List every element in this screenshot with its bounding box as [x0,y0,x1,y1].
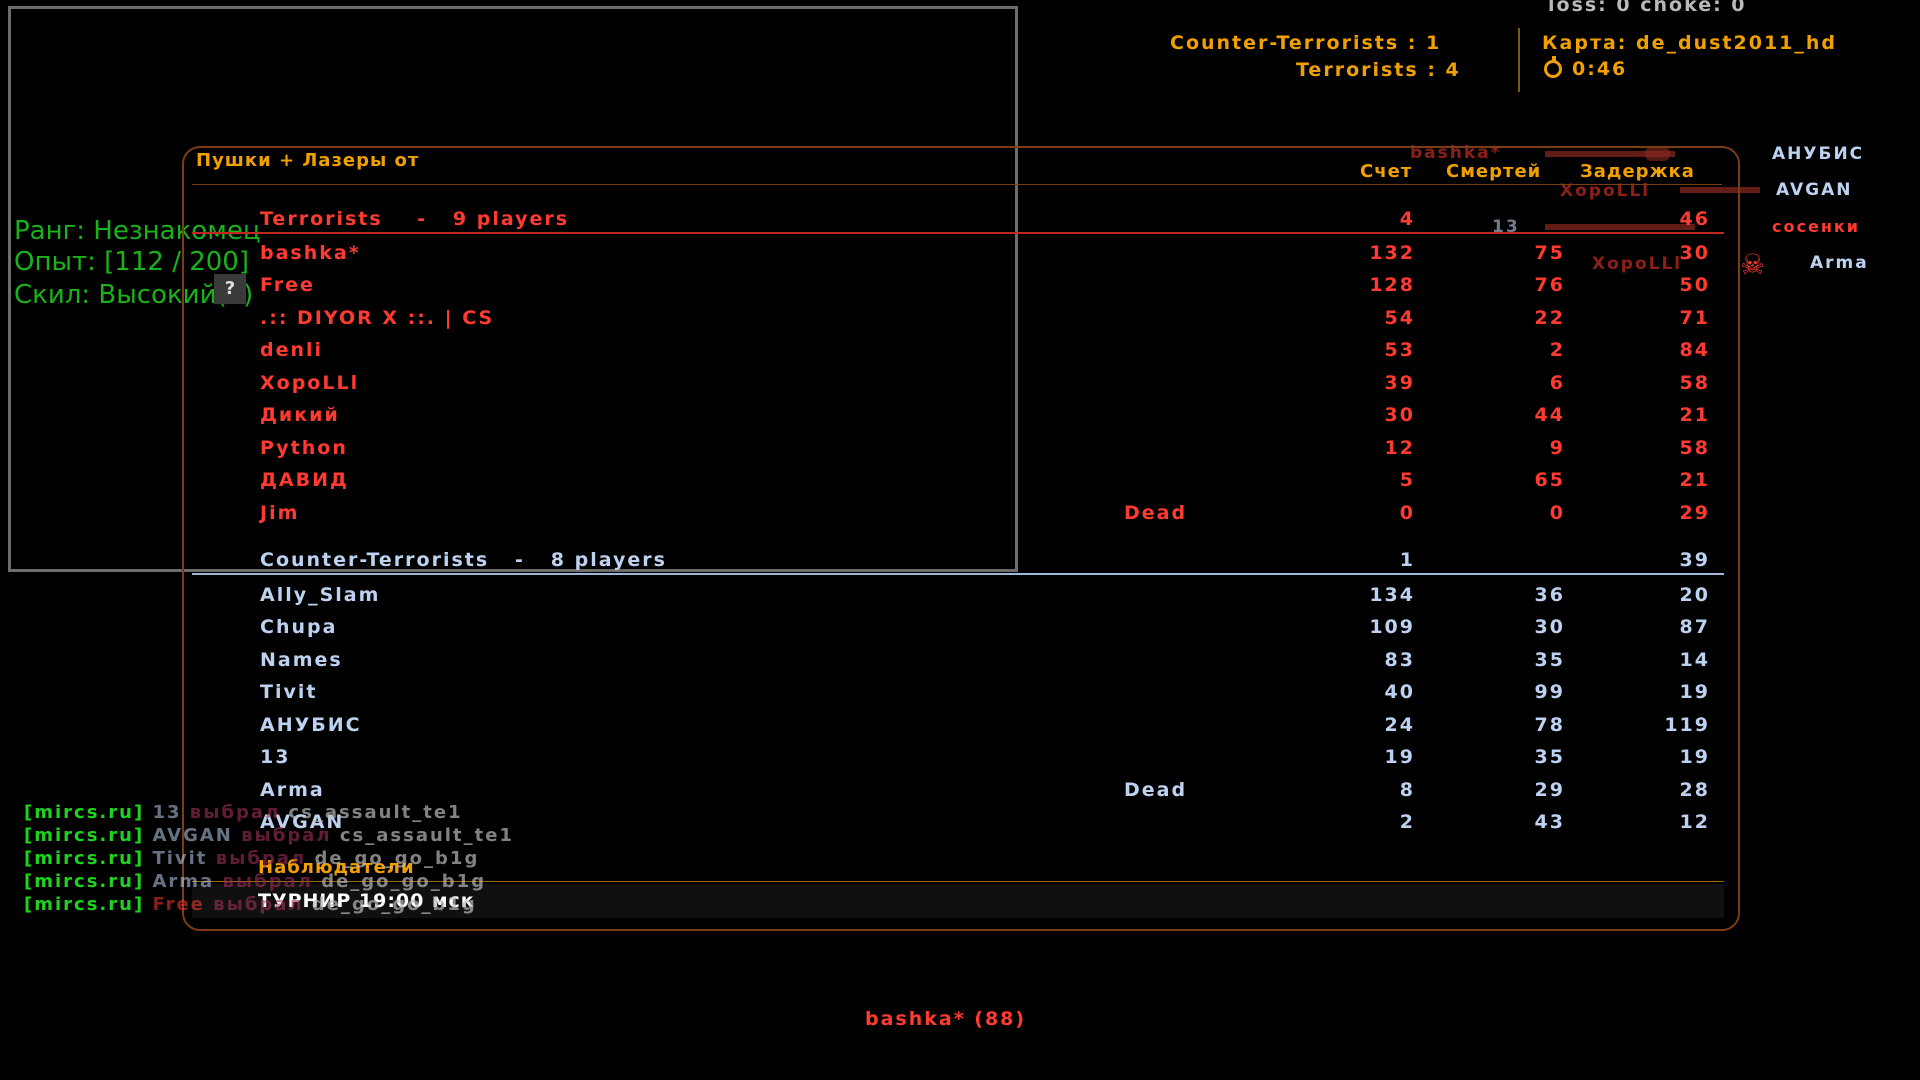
chat-line: [mircs.ru] Arma выбрал de_go_go_b1g [24,871,487,892]
stopwatch-icon [1544,56,1562,78]
terrorist-player-row[interactable]: bashka* 132 75 30 [260,242,1720,270]
killfeed-victim: АНУБИС [1772,144,1865,164]
ct-player-row[interactable]: АНУБИС 24 78 119 [260,714,1720,742]
terrorist-player-row[interactable]: Дикий 30 44 21 [260,404,1720,432]
round-timer: 0:46 [1544,56,1627,80]
terrorists-divider [192,232,1724,234]
spectate-target: bashka* (88) [865,1008,1027,1030]
chat-line: [mircs.ru] AVGAN выбрал cs_assault_te1 [24,825,514,846]
col-header-deaths: Смертей [1446,161,1542,182]
ct-player-row[interactable]: Ally_Slam 134 36 20 [260,584,1720,612]
terrorist-player-row[interactable]: Python 12 9 58 [260,437,1720,465]
chat-line: [mircs.ru] Free выбрал de_go_go_b1g [24,894,477,915]
killfeed-victim: Arma [1810,253,1869,273]
ct-player-row[interactable]: 13 19 35 19 [260,746,1720,774]
ct-player-row[interactable]: Names 83 35 14 [260,649,1720,677]
ct-team-score: Counter-Terrorists : 1 [1170,32,1442,54]
net-stats: loss: 0 choke: 0 [1548,0,1747,16]
ct-player-row[interactable]: Tivit 40 99 19 [260,681,1720,709]
terrorist-player-row[interactable]: .:: DIYOR X ::. | CS 54 22 71 [260,307,1720,335]
map-name: Карта: de_dust2011_hd [1542,32,1838,54]
chat-line: [mircs.ru] Tivit выбрал de_go_go_b1g [24,848,480,869]
col-header-score: Счет [1360,161,1413,182]
title-divider [192,184,1722,185]
chat-line: [mircs.ru] 13 выбрал cs_assault_te1 [24,802,463,823]
ct-player-row[interactable]: Arma Dead 8 29 28 [260,779,1720,807]
terrorist-player-row[interactable]: Free 128 76 50 [260,274,1720,302]
skull-icon: ☠ [1740,248,1768,281]
terrorist-player-row[interactable]: ДАВИД 5 65 21 [260,469,1720,497]
terrorist-player-row[interactable]: denli 53 2 84 [260,339,1720,367]
server-title: Пушки + Лазеры от [196,150,420,171]
killfeed-victim: сосенки [1772,217,1860,236]
col-header-ping: Задержка [1580,161,1695,182]
terrorist-player-row[interactable]: XopoLLl 39 6 58 [260,372,1720,400]
ct-player-row[interactable]: Chupa 109 30 87 [260,616,1720,644]
terrorist-player-row[interactable]: Jim Dead 0 0 29 [260,502,1720,530]
ct-divider [192,573,1724,575]
t-team-score: Terrorists : 4 [1296,59,1461,81]
killfeed-victim: AVGAN [1776,180,1853,200]
hud-divider [1518,28,1520,92]
